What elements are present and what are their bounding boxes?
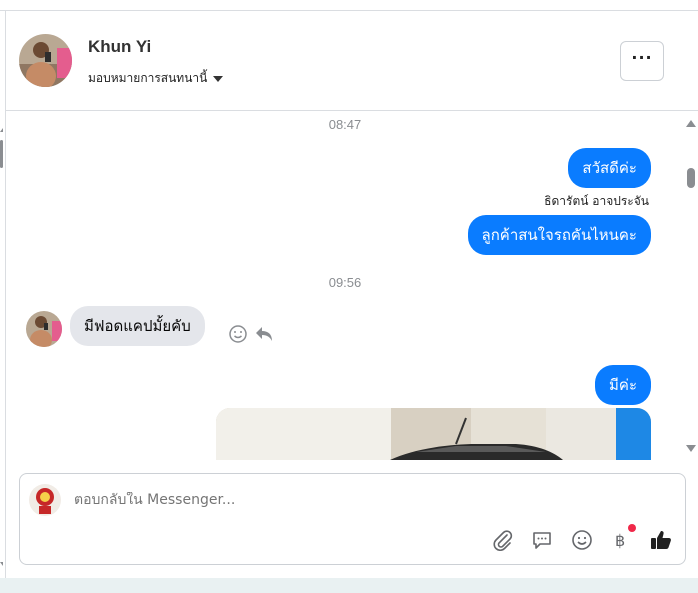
contact-avatar-small[interactable] [26,311,62,347]
scroll-up-arrow[interactable] [686,120,696,127]
paperclip-icon[interactable] [491,528,515,552]
reply-input[interactable] [74,492,664,508]
smiley-icon[interactable] [228,324,248,344]
timestamp: 09:56 [328,275,362,290]
assign-label: มอบหมายการสนทนานี้ [88,71,208,85]
contact-name[interactable]: Khun Yi [88,37,151,57]
message-thread[interactable]: 08:47 สวัสดีค่ะ ธิดารัตน์ อาจประจัน ลูกค… [6,112,684,460]
speech-bubble-icon[interactable] [530,528,554,552]
page-avatar [29,484,61,516]
messenger-panel: Khun Yi มอบหมายการสนทนานี้ ··· 08:47 สวั… [0,0,698,593]
left-scroll-thumb[interactable] [0,140,3,168]
left-scroll-down-arrow[interactable] [0,562,3,566]
conversation-header: Khun Yi มอบหมายการสนทนานี้ ··· [6,11,698,111]
reply-icon[interactable] [254,323,274,343]
more-dots-icon: ··· [631,48,653,67]
assign-conversation-dropdown[interactable]: มอบหมายการสนทนานี้ [88,69,224,88]
bottom-bar [0,578,698,593]
incoming-message[interactable]: มีฟอดแคปมั้ยคับ [70,306,205,346]
timestamp: 08:47 [328,117,362,132]
sender-name: ธิดารัตน์ อาจประจัน [544,194,649,208]
emoji-smiley-icon[interactable] [570,528,594,552]
thumbs-up-icon[interactable] [649,528,673,552]
more-options-button[interactable]: ··· [620,41,664,81]
left-scroll-up-arrow[interactable] [0,128,3,132]
car-photo-attachment[interactable] [216,408,651,460]
outgoing-message[interactable]: สวัสดีค่ะ [568,148,651,188]
scrollbar-thumb[interactable] [687,168,695,188]
scroll-down-arrow[interactable] [686,445,696,452]
svg-text:฿: ฿ [615,531,625,550]
chevron-down-icon [213,75,224,82]
notification-dot [628,524,636,532]
outgoing-message[interactable]: มีค่ะ [595,365,651,405]
outgoing-message[interactable]: ลูกค้าสนใจรถคันไหนคะ [467,215,651,255]
message-composer: ฿ [19,473,686,565]
contact-avatar[interactable] [19,34,72,87]
